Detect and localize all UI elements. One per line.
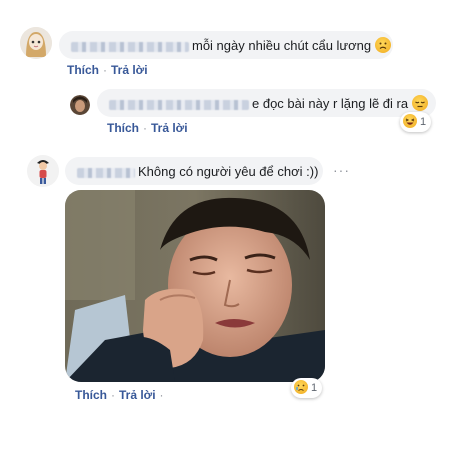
comment-bubble: Không có người yêu để chơi :)) bbox=[65, 157, 323, 185]
separator-dot: · bbox=[159, 388, 164, 402]
frowning-face-emoji-icon bbox=[375, 37, 392, 53]
blurred-name bbox=[109, 99, 249, 110]
crying-man-photo[interactable] bbox=[65, 190, 325, 382]
more-options-icon[interactable]: ··· bbox=[333, 162, 350, 178]
reply-bubble: e đọc bài này r lặng lẽ đi ra bbox=[97, 89, 436, 117]
like-link[interactable]: Thích bbox=[75, 388, 107, 402]
reaction-count: 1 bbox=[311, 382, 318, 394]
reply-link[interactable]: Trả lời bbox=[151, 121, 188, 135]
comment-text: mỗi ngày nhiều chút cẩu lương bbox=[192, 38, 372, 53]
comment-actions: Thích · Trả lời bbox=[67, 63, 148, 77]
comment-bubble: mỗi ngày nhiều chút cẩu lương bbox=[59, 31, 393, 59]
avatar-cartoon[interactable] bbox=[27, 155, 59, 187]
reaction-badge[interactable]: 1 bbox=[291, 378, 323, 398]
reply-text: e đọc bài này r lặng lẽ đi ra bbox=[252, 96, 409, 111]
pensive-face-emoji-icon bbox=[412, 95, 429, 111]
laughing-face-emoji-icon bbox=[403, 114, 417, 128]
comment-text: Không có người yêu để chơi :)) bbox=[138, 164, 319, 179]
reply-actions: Thích · Trả lời bbox=[107, 121, 188, 135]
separator-dot: · bbox=[143, 121, 147, 135]
blurred-name bbox=[71, 41, 189, 52]
separator-dot: · bbox=[103, 63, 107, 77]
avatar-reply[interactable] bbox=[70, 95, 90, 115]
reply-link[interactable]: Trả lời bbox=[111, 63, 148, 77]
like-link[interactable]: Thích bbox=[107, 121, 139, 135]
blurred-name bbox=[77, 167, 135, 178]
comment-actions: Thích · Trả lời · bbox=[75, 388, 168, 402]
separator-dot: · bbox=[111, 388, 115, 402]
reaction-count: 1 bbox=[420, 116, 427, 128]
reaction-badge[interactable]: 1 bbox=[400, 112, 432, 132]
avatar-girl[interactable] bbox=[20, 27, 52, 59]
like-link[interactable]: Thích bbox=[67, 63, 99, 77]
crying-face-emoji-icon bbox=[294, 380, 308, 394]
reply-link[interactable]: Trả lời bbox=[119, 388, 156, 402]
